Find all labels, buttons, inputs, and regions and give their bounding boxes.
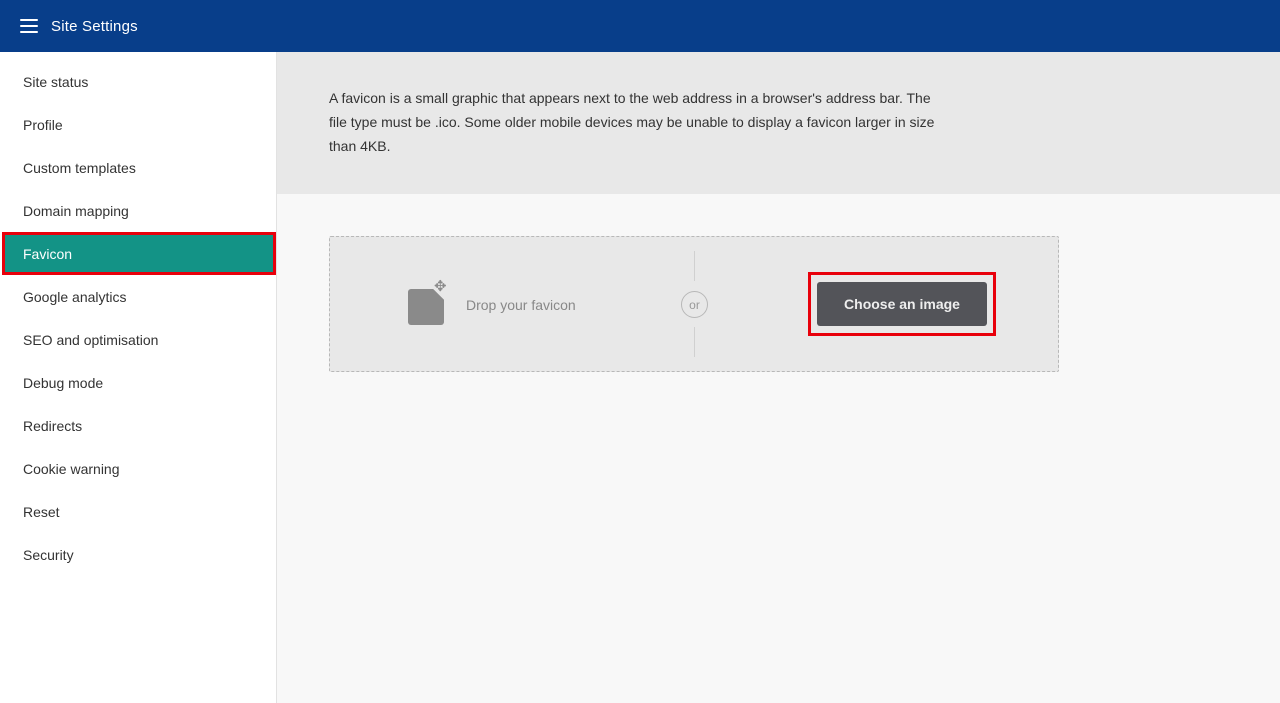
- divider-line: [694, 327, 695, 357]
- sidebar-item-profile[interactable]: Profile: [0, 103, 276, 146]
- main-content: A favicon is a small graphic that appear…: [277, 52, 1280, 703]
- drop-target: ✥ Drop your favicon: [408, 279, 576, 325]
- favicon-description: A favicon is a small graphic that appear…: [329, 90, 935, 154]
- drop-label: Drop your favicon: [466, 297, 576, 313]
- sidebar-item-debug-mode[interactable]: Debug mode: [0, 361, 276, 404]
- choose-image-button[interactable]: Choose an image: [817, 282, 987, 326]
- sidebar-item-seo-and-optimisation[interactable]: SEO and optimisation: [0, 318, 276, 361]
- sidebar-item-redirects[interactable]: Redirects: [0, 404, 276, 447]
- file-add-icon: ✥: [408, 279, 448, 325]
- or-separator: or: [681, 291, 708, 318]
- top-app-bar: Site Settings: [0, 0, 1280, 52]
- sidebar-item-custom-templates[interactable]: Custom templates: [0, 146, 276, 189]
- sidebar-item-domain-mapping[interactable]: Domain mapping: [0, 189, 276, 232]
- settings-sidebar: Site status Profile Custom templates Dom…: [0, 52, 277, 703]
- hamburger-menu-icon[interactable]: [20, 19, 38, 33]
- choose-image-highlight: Choose an image: [808, 272, 996, 336]
- sidebar-item-cookie-warning[interactable]: Cookie warning: [0, 447, 276, 490]
- app-title: Site Settings: [51, 17, 138, 35]
- sidebar-item-reset[interactable]: Reset: [0, 490, 276, 533]
- favicon-dropzone[interactable]: ✥ Drop your favicon or Choose an image: [329, 236, 1059, 372]
- sidebar-item-site-status[interactable]: Site status: [0, 60, 276, 103]
- sidebar-item-google-analytics[interactable]: Google analytics: [0, 275, 276, 318]
- favicon-info-panel: A favicon is a small graphic that appear…: [277, 52, 1280, 194]
- divider-line: [694, 251, 695, 281]
- sidebar-item-security[interactable]: Security: [0, 533, 276, 576]
- sidebar-item-favicon[interactable]: Favicon: [2, 232, 276, 275]
